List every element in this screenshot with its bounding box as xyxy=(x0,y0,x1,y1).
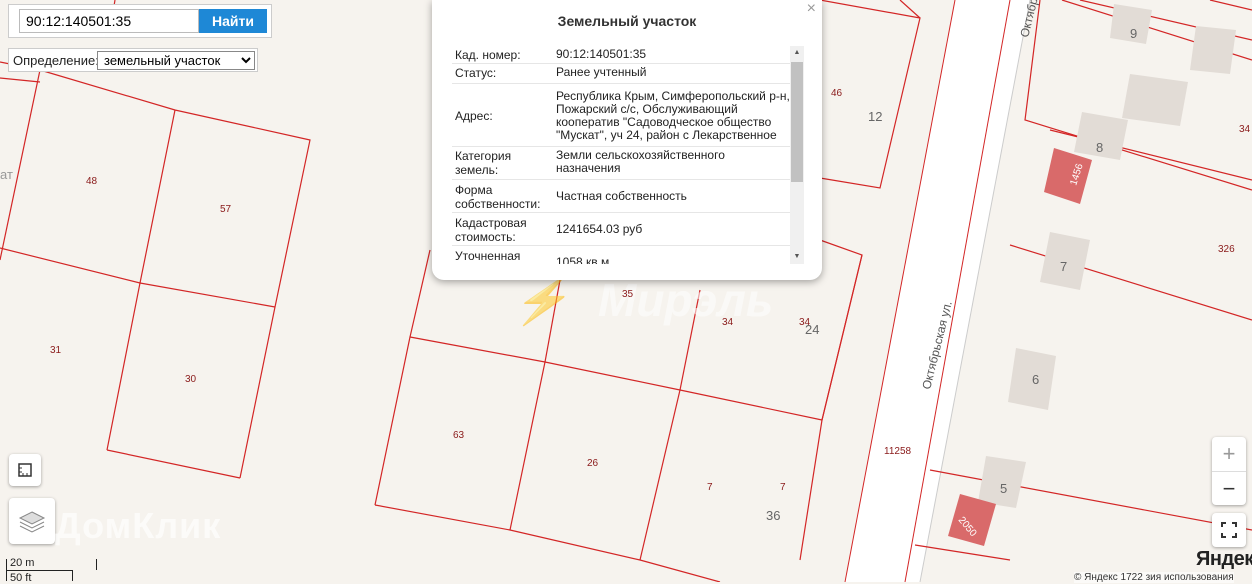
info-value: Ранее учтенный xyxy=(556,65,647,79)
watermark-mirel: Мирэль xyxy=(598,274,773,326)
scale-metric-label: 20 m xyxy=(10,557,35,569)
watermark-domclick: ДомКлик xyxy=(55,505,222,546)
parcel-number: 7 xyxy=(707,482,713,493)
fullscreen-button[interactable] xyxy=(1212,513,1246,547)
info-table: Кад. номер: 90:12:140501:35 Статус: Ране… xyxy=(452,46,790,264)
scale-tick xyxy=(72,570,73,581)
search-panel: Найти xyxy=(8,4,272,38)
parcel-number: 57 xyxy=(220,204,232,215)
info-value: 90:12:140501:35 xyxy=(556,47,647,61)
info-key: Категория земель: xyxy=(455,149,512,177)
house-number: 24 xyxy=(805,322,819,337)
parcel-number: 326 xyxy=(1218,244,1235,255)
zoom-out-button[interactable]: − xyxy=(1212,471,1246,506)
parcel-number: 7 xyxy=(780,482,786,493)
definition-label: Определение: xyxy=(13,53,99,68)
parcel-number: 46 xyxy=(831,88,843,99)
layers-button[interactable] xyxy=(9,498,55,544)
info-value: 1241654.03 руб xyxy=(556,222,643,236)
house-number: 36 xyxy=(766,508,780,523)
map-copyright[interactable]: © Яндекс 1722 зия использования xyxy=(1074,572,1234,583)
parcel-number: 30 xyxy=(185,374,197,385)
popup-scroll-area[interactable]: Кад. номер: 90:12:140501:35 Статус: Ране… xyxy=(452,46,804,264)
info-key: Кад. номер: xyxy=(455,48,521,62)
yandex-logo[interactable]: Яндекс xyxy=(1196,548,1252,571)
scroll-down-icon[interactable]: ▼ xyxy=(790,250,804,264)
scale-tick xyxy=(6,559,7,581)
zoom-in-button[interactable]: + xyxy=(1212,437,1246,471)
house-number: 5 xyxy=(1000,481,1007,496)
scroll-up-icon[interactable]: ▲ xyxy=(790,46,804,60)
house-number: 9 xyxy=(1130,26,1137,41)
info-key: Статус: xyxy=(455,66,497,80)
info-row: Кадастровая стоимость: 1241654.03 руб xyxy=(452,213,790,246)
info-row: Категория земель: Земли сельскохозяйстве… xyxy=(452,147,790,180)
layers-icon xyxy=(18,511,46,533)
house-number: 8 xyxy=(1096,140,1103,155)
definition-select[interactable]: земельный участок xyxy=(97,51,255,70)
ruler-button[interactable] xyxy=(9,454,41,486)
info-row: Кад. номер: 90:12:140501:35 xyxy=(452,46,790,64)
fullscreen-icon xyxy=(1221,522,1237,538)
popup-title: Земельный участок xyxy=(557,13,697,29)
parcel-number: 11258 xyxy=(884,446,912,457)
info-key: Кадастровая стоимость: xyxy=(455,215,527,244)
ruler-icon xyxy=(18,463,32,477)
scale-imperial-label: 50 ft xyxy=(10,572,32,584)
definition-panel: Определение: земельный участок xyxy=(8,48,258,72)
find-button[interactable]: Найти xyxy=(199,9,267,33)
house-number: 7 xyxy=(1060,259,1067,274)
info-row: Статус: Ранее учтенный xyxy=(452,64,790,84)
parcel-info-popup: × Земельный участок Кад. номер: 90:12:14… xyxy=(432,0,822,280)
info-value: 1058 кв.м xyxy=(556,255,610,265)
info-row: Форма собственности: Частная собственнос… xyxy=(452,180,790,213)
scroll-thumb[interactable] xyxy=(791,62,803,182)
watermark-logo: ⚡ xyxy=(512,274,572,328)
zoom-control: + − xyxy=(1212,437,1246,505)
info-value: Земли сельскохозяйственного назначения xyxy=(556,148,725,175)
partial-label: ат xyxy=(0,167,13,182)
parcel-number: 31 xyxy=(50,345,62,356)
cadastral-search-input[interactable] xyxy=(19,9,199,33)
parcel-number: 48 xyxy=(86,176,98,187)
info-row: Адрес: Республика Крым, Симферопольский … xyxy=(452,84,790,147)
popup-scrollbar[interactable]: ▲ ▼ xyxy=(790,46,804,264)
house-number: 6 xyxy=(1032,372,1039,387)
house-number: 12 xyxy=(868,109,882,124)
scale-tick xyxy=(96,559,97,570)
parcel-number: 63 xyxy=(453,430,465,441)
info-key: Адрес: xyxy=(455,108,493,123)
info-row: Уточненная площадь: 1058 кв.м xyxy=(452,246,790,265)
scale-line xyxy=(6,570,72,571)
scale-bar: 20 m 50 ft xyxy=(0,555,110,584)
parcel-number: 34 xyxy=(1239,124,1251,135)
parcel-number: 26 xyxy=(587,458,599,469)
info-key: Уточненная площадь: xyxy=(455,248,521,265)
parcel-number: 34 xyxy=(722,317,734,328)
info-key: Форма собственности: xyxy=(455,182,541,211)
parcel-number: 35 xyxy=(622,289,634,300)
info-value: Республика Крым, Симферопольский р-н, По… xyxy=(556,88,790,142)
info-value: Частная собственность xyxy=(556,189,687,203)
